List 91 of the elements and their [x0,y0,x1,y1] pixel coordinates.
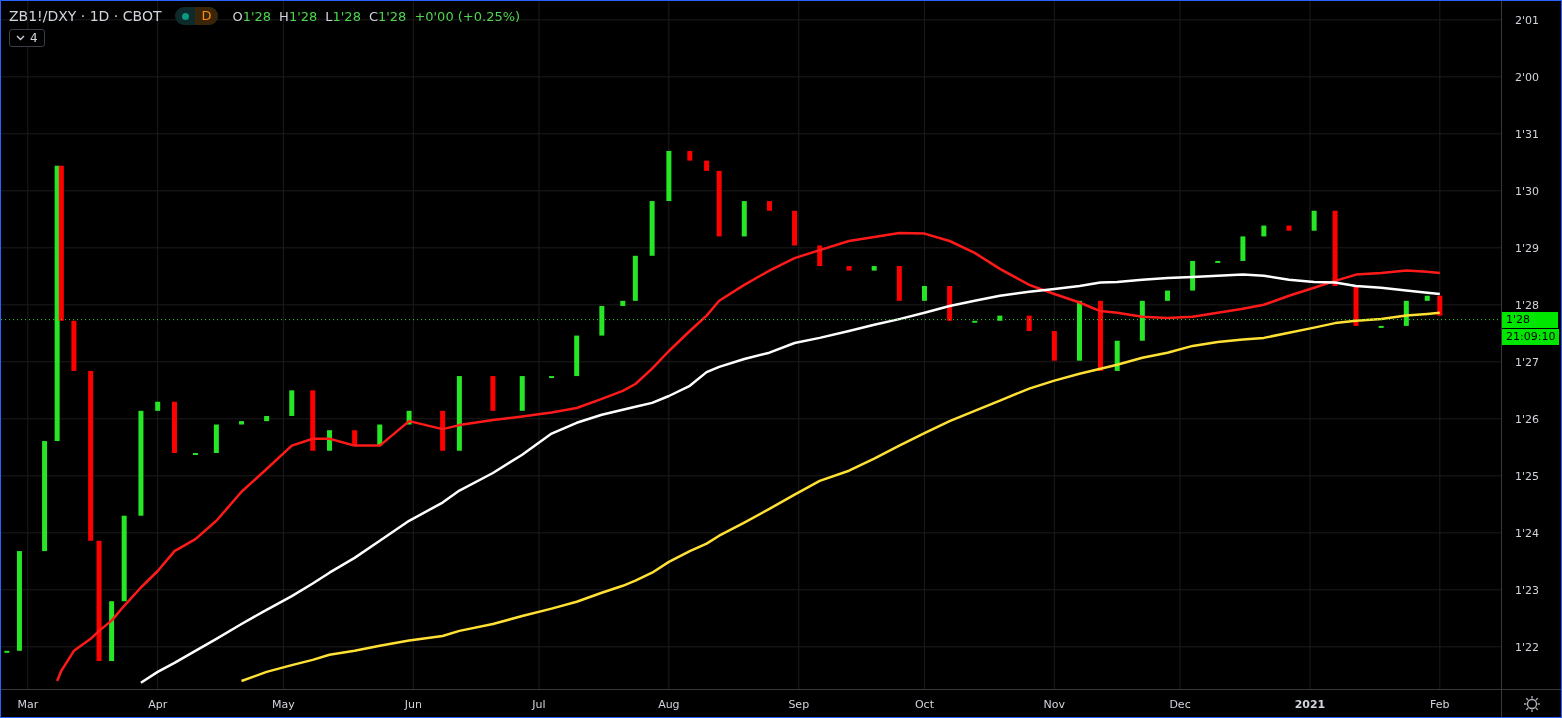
candle [352,430,358,446]
ohlc-value: 1'28 [288,8,318,24]
time-axis-label: Jul [532,698,546,711]
time-axis-label: Dec [1169,698,1191,711]
symbol-title: ZB1!/DXY · 1D · CBOT [9,8,162,24]
candle [519,376,525,411]
candle [792,210,798,246]
time-axis-label: Mar [17,698,39,711]
status-dot [182,12,190,20]
candle [1286,225,1292,231]
candle [440,410,446,451]
price-axis-label: 2'00 [1515,70,1540,84]
interval-badge: D [195,7,219,25]
time-axis-label: Jun [404,698,422,711]
price-axis-label: 1'29 [1515,241,1540,255]
candle [289,390,295,416]
candle [1240,236,1246,261]
candle [4,650,10,653]
candle [1114,340,1120,371]
candle [1378,325,1384,328]
candle [666,150,672,202]
price-axis-label: 1'27 [1515,355,1540,369]
candle [264,415,270,422]
settings-icon[interactable] [1521,693,1543,715]
time-axis-label: 2021 [1294,698,1326,711]
price-axis-label: 1'26 [1515,412,1540,426]
candle [574,335,580,377]
candle [716,170,722,237]
price-axis-label: 1'24 [1515,526,1540,540]
candle [649,201,655,256]
ohlc-label: O [232,8,243,24]
candle [620,300,626,306]
price-axis-label: 2'01 [1515,13,1540,27]
ohlc-value: 1'28 [378,8,407,24]
candle [310,390,316,451]
ohlc-label: L [325,8,333,24]
ohlc-label: H [279,8,289,24]
candle [741,201,747,237]
candle [549,376,555,379]
price-axis-label: 1'25 [1515,469,1540,483]
candle [1261,225,1267,237]
candle [239,421,244,425]
candle [846,266,852,271]
candle [171,401,177,453]
candle [1353,286,1359,326]
candle [377,424,383,446]
candle [896,266,902,301]
candle [632,255,638,301]
ohlc-label: C [368,8,378,24]
last-price-label: 1'28 [1502,311,1558,328]
candle [155,401,161,411]
time-axis-label: Nov [1043,698,1066,711]
candle [1097,300,1103,371]
candle [687,150,693,161]
price-axis-label: 1'23 [1515,583,1540,597]
candle [947,286,953,321]
candle [817,245,823,267]
candle [1026,315,1032,332]
candle [213,424,219,453]
time-axis-label: Oct [914,698,934,711]
candle [704,160,710,171]
candle [871,266,877,271]
candle [921,286,927,301]
price-axis-label: 1'31 [1515,127,1540,141]
time-axis-label: Aug [658,698,680,711]
candle [1424,295,1430,301]
time-axis-label: Feb [1430,698,1450,711]
candle [71,320,77,371]
candle [1311,210,1317,231]
ohlc-value: 1'28 [242,8,272,24]
time-axis-label: Sep [788,698,810,711]
candle [766,201,772,211]
candle [1190,260,1196,291]
price-change: +0'00 (+0.25%) [414,8,521,24]
candle [327,430,332,451]
candle [406,410,412,425]
collapse-button[interactable]: 4 [9,29,45,47]
candle [109,601,115,662]
candle [1165,290,1170,301]
ohlc-value: 1'28 [332,8,361,24]
price-axis-label: 1'30 [1515,184,1540,198]
chevron-icon [16,35,25,41]
price-axis-label: 1'22 [1515,640,1540,654]
price-axis-label: 1'28 [1515,298,1540,312]
candle [1437,295,1443,316]
candle [490,376,496,411]
time-axis-label: Apr [148,698,168,711]
time-axis-label: May [272,698,295,711]
candle [1051,331,1057,361]
countdown-label: 21:09:10 [1502,328,1560,345]
candle [1215,260,1221,263]
